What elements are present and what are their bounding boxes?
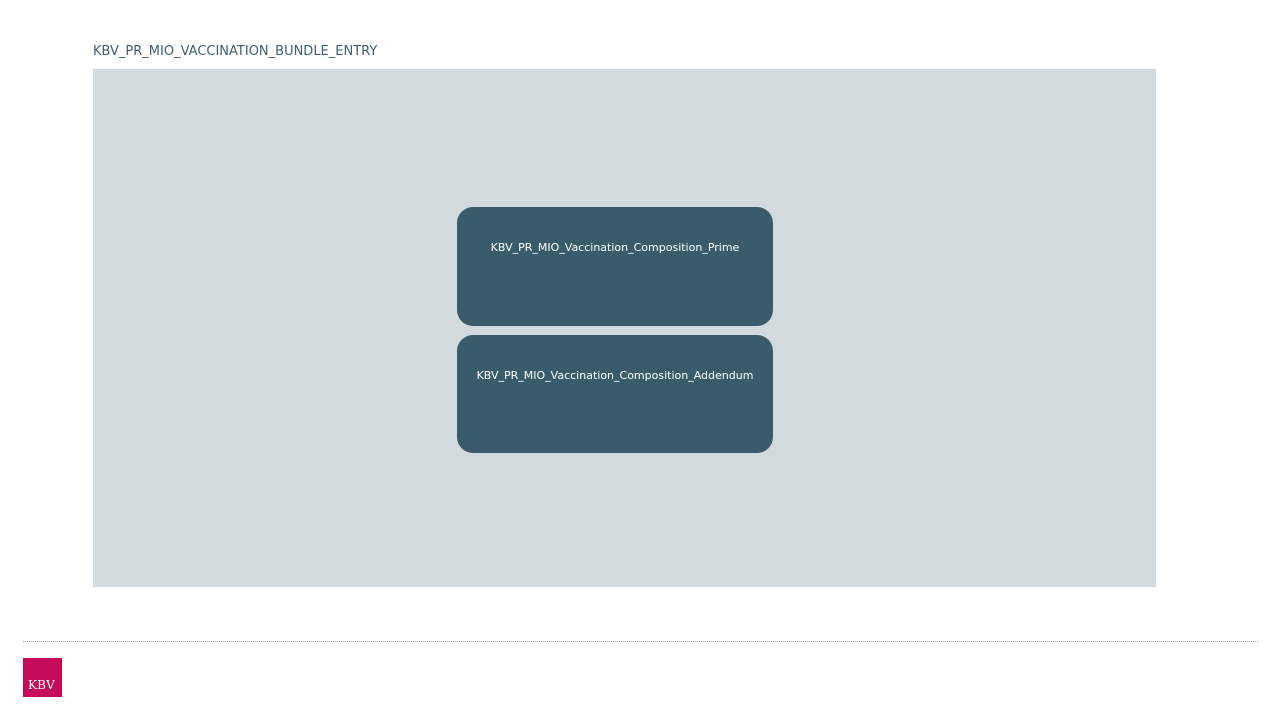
node-composition-addendum[interactable]: KBV_PR_MIO_Vaccination_Composition_Adden…: [457, 335, 773, 453]
kbv-logo: KBV: [23, 658, 62, 697]
footer-divider: [23, 641, 1258, 642]
kbv-logo-text: KBV: [28, 678, 56, 692]
diagram-panel: KBV_PR_MIO_Vaccination_Composition_Prime…: [93, 69, 1156, 587]
node-label: KBV_PR_MIO_Vaccination_Composition_Prime: [490, 241, 740, 254]
node-label: KBV_PR_MIO_Vaccination_Composition_Adden…: [476, 369, 754, 382]
diagram-title: KBV_PR_MIO_VACCINATION_BUNDLE_ENTRY: [93, 44, 378, 59]
node-composition-prime[interactable]: KBV_PR_MIO_Vaccination_Composition_Prime: [457, 207, 773, 326]
